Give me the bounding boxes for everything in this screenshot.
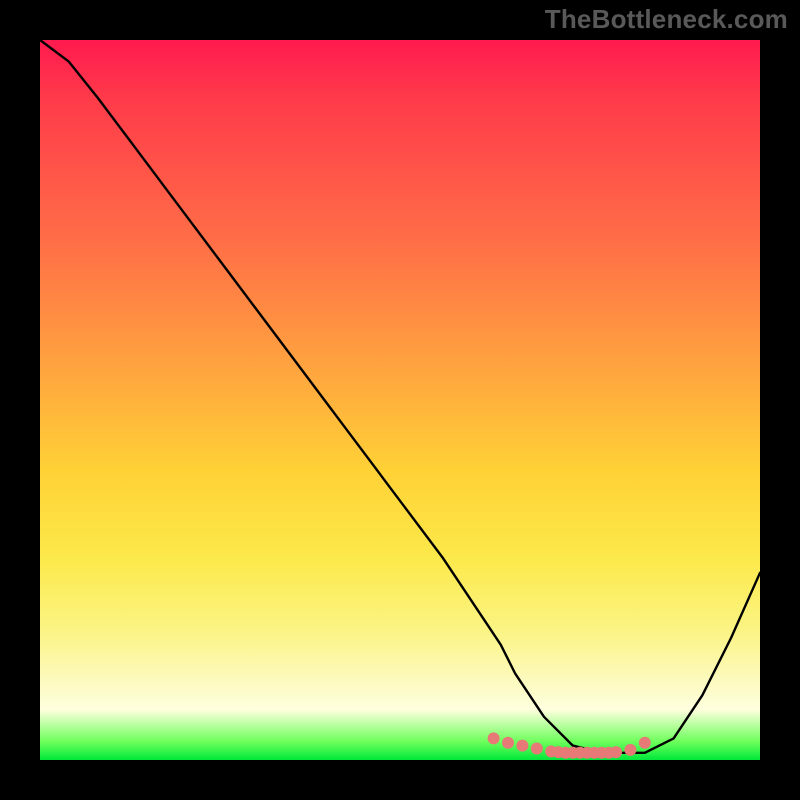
bottleneck-curve <box>40 40 760 753</box>
marker-dot <box>531 743 543 755</box>
chart-frame: TheBottleneck.com <box>0 0 800 800</box>
curve-layer <box>40 40 760 760</box>
optimal-range-markers <box>488 732 651 758</box>
marker-dot <box>488 732 500 744</box>
marker-dot <box>610 746 622 758</box>
gradient-plot-area <box>40 40 760 760</box>
marker-dot <box>516 740 528 752</box>
marker-dot <box>502 737 514 749</box>
marker-dot <box>624 744 636 756</box>
marker-dot <box>639 737 651 749</box>
watermark-text: TheBottleneck.com <box>545 4 788 35</box>
